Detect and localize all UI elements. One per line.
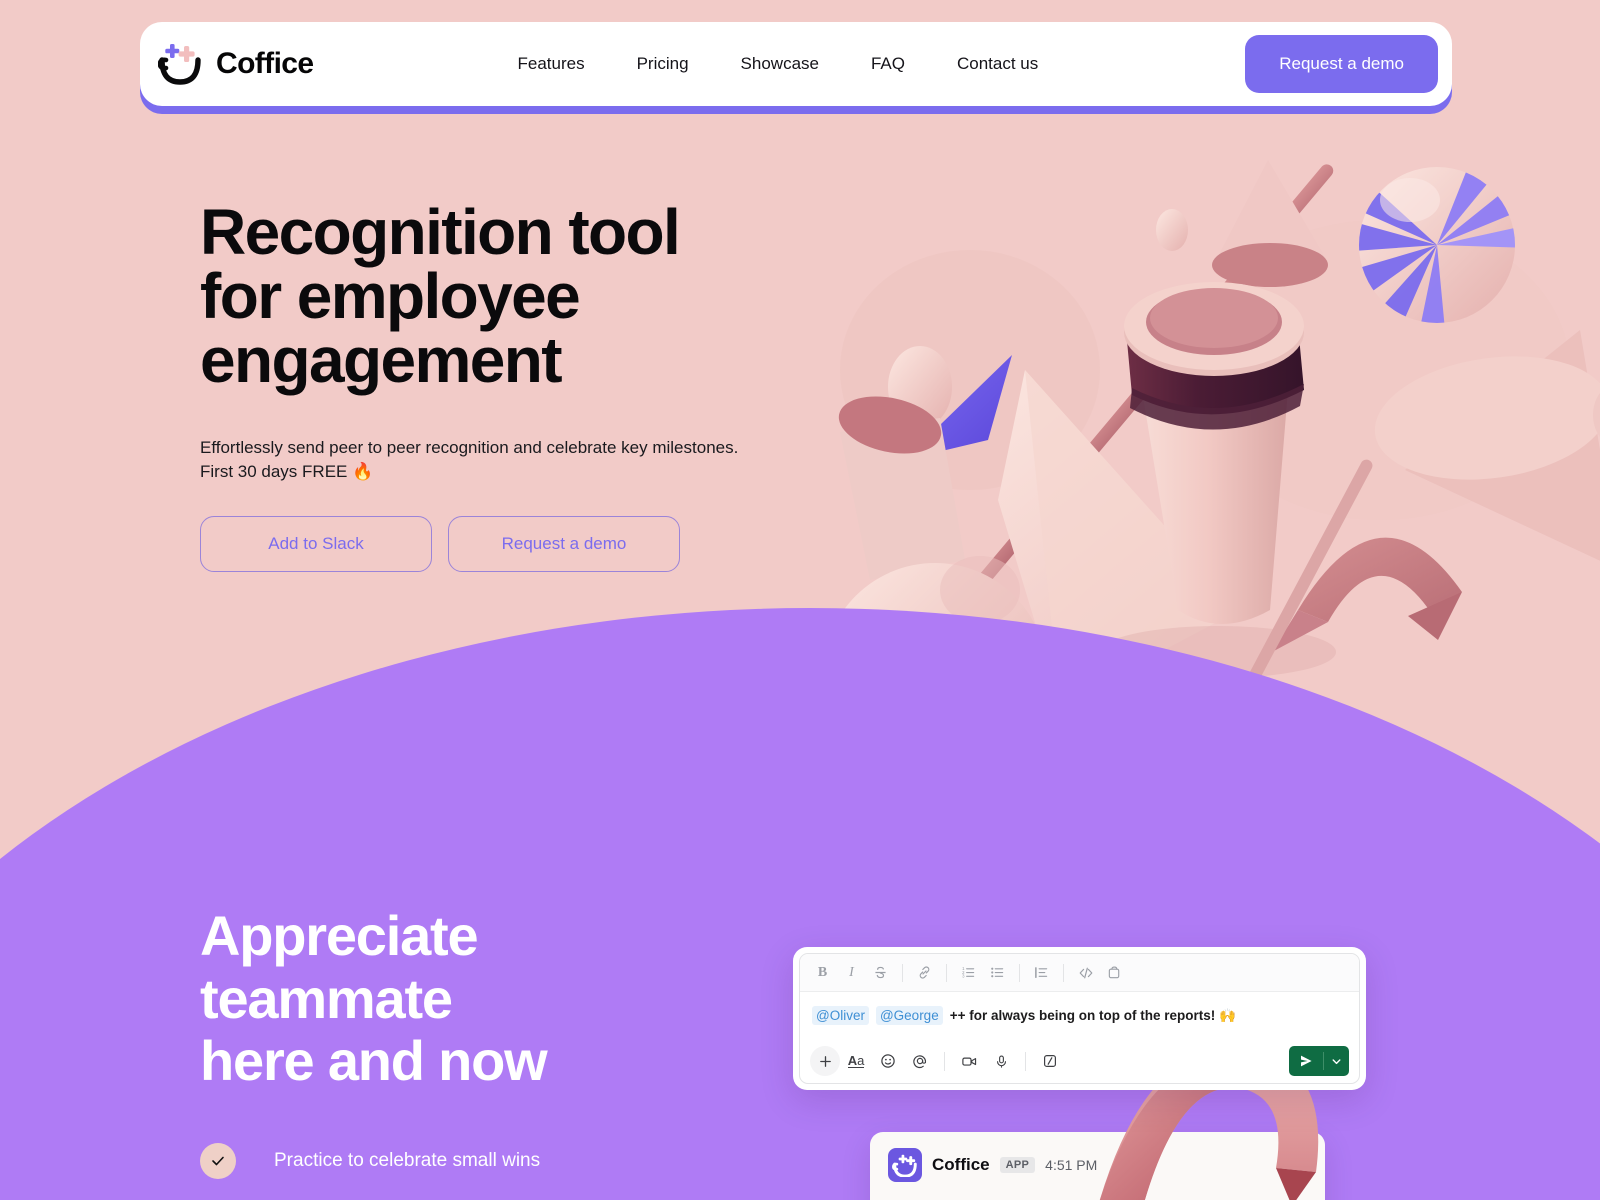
toolbar-divider [946,963,947,982]
video-icon[interactable] [953,1046,985,1076]
mention-chip-george[interactable]: @George [875,1006,943,1025]
nav-link-faq[interactable]: FAQ [845,44,931,84]
brand-name: Coffice [216,47,314,80]
microphone-icon[interactable] [985,1046,1017,1076]
bulleted-list-icon[interactable] [983,959,1012,987]
header-request-demo-button[interactable]: Request a demo [1245,35,1438,93]
bold-icon[interactable]: B [808,959,837,987]
hero-subtitle: Effortlessly send peer to peer recogniti… [200,438,739,482]
nav-link-showcase[interactable]: Showcase [715,44,845,84]
nav-link-features[interactable]: Features [491,44,610,84]
mention-chip-oliver[interactable]: @Oliver [812,1006,869,1025]
appreciate-title: Appreciate teammate here and now [200,904,548,1093]
message-composer-card: B I 123 @Oliver @George ++ for always be… [793,947,1366,1090]
composer-actions-toolbar: Aa [800,1039,1359,1083]
check-icon [200,1143,236,1180]
ordered-list-icon[interactable]: 123 [954,959,983,987]
slack-app-name: Coffice [932,1155,990,1174]
list-item-label: Practice to celebrate small wins [274,1150,541,1172]
blockquote-icon[interactable] [1027,959,1056,987]
list-item: Practice to celebrate small wins [200,1143,860,1180]
send-icon[interactable] [1289,1053,1323,1069]
appreciate-section: Appreciate teammate here and now Practic… [200,904,860,1200]
mention-icon[interactable] [904,1046,936,1076]
svg-text:3: 3 [962,974,965,979]
composer-message-text: ++ for always being on top of the report… [949,1007,1236,1023]
link-icon[interactable] [910,959,939,987]
navigation-bar: Coffice Features Pricing Showcase FAQ Co… [140,22,1452,106]
strikethrough-icon[interactable] [866,959,895,987]
formatting-toolbar: B I 123 [800,954,1359,992]
nav-links: Features Pricing Showcase FAQ Contact us [491,44,1064,84]
code-block-icon[interactable] [1100,959,1129,987]
toolbar-divider [902,963,903,982]
hero-action-buttons: Add to Slack Request a demo [200,516,900,573]
landing-page: Coffice Features Pricing Showcase FAQ Co… [0,0,1600,1200]
coffice-app-avatar-icon [888,1148,922,1182]
nav-link-contact-us[interactable]: Contact us [931,44,1064,84]
toolbar-divider [1025,1051,1026,1071]
emoji-icon[interactable] [872,1046,904,1076]
send-message-button[interactable] [1289,1046,1349,1076]
hero-title: Recognition tool for employee engagement [200,196,681,396]
hero-section: Recognition tool for employee engagement… [200,196,900,573]
nav-link-pricing[interactable]: Pricing [611,44,715,84]
toolbar-divider [1063,963,1064,982]
brand-logo[interactable]: Coffice [157,42,314,86]
add-attachment-icon[interactable] [810,1046,840,1076]
app-badge: APP [999,1157,1036,1173]
toolbar-divider [1019,963,1020,982]
chevron-down-icon[interactable] [1324,1056,1349,1067]
feature-bullet-list: Practice to celebrate small wins [200,1143,860,1200]
composer-message-row[interactable]: @Oliver @George ++ for always being on t… [800,992,1359,1039]
toolbar-divider [944,1051,945,1071]
code-icon[interactable] [1071,959,1100,987]
italic-icon[interactable]: I [837,959,866,987]
add-to-slack-button[interactable]: Add to Slack [200,516,432,573]
hero-request-demo-button[interactable]: Request a demo [448,516,680,573]
composer-body: B I 123 @Oliver @George ++ for always be… [799,953,1360,1084]
slash-command-icon[interactable] [1034,1046,1066,1076]
coffice-smiley-plus-logo-icon [157,42,210,86]
text-format-icon[interactable]: Aa [840,1046,872,1076]
site-header: Coffice Features Pricing Showcase FAQ Co… [140,22,1452,114]
